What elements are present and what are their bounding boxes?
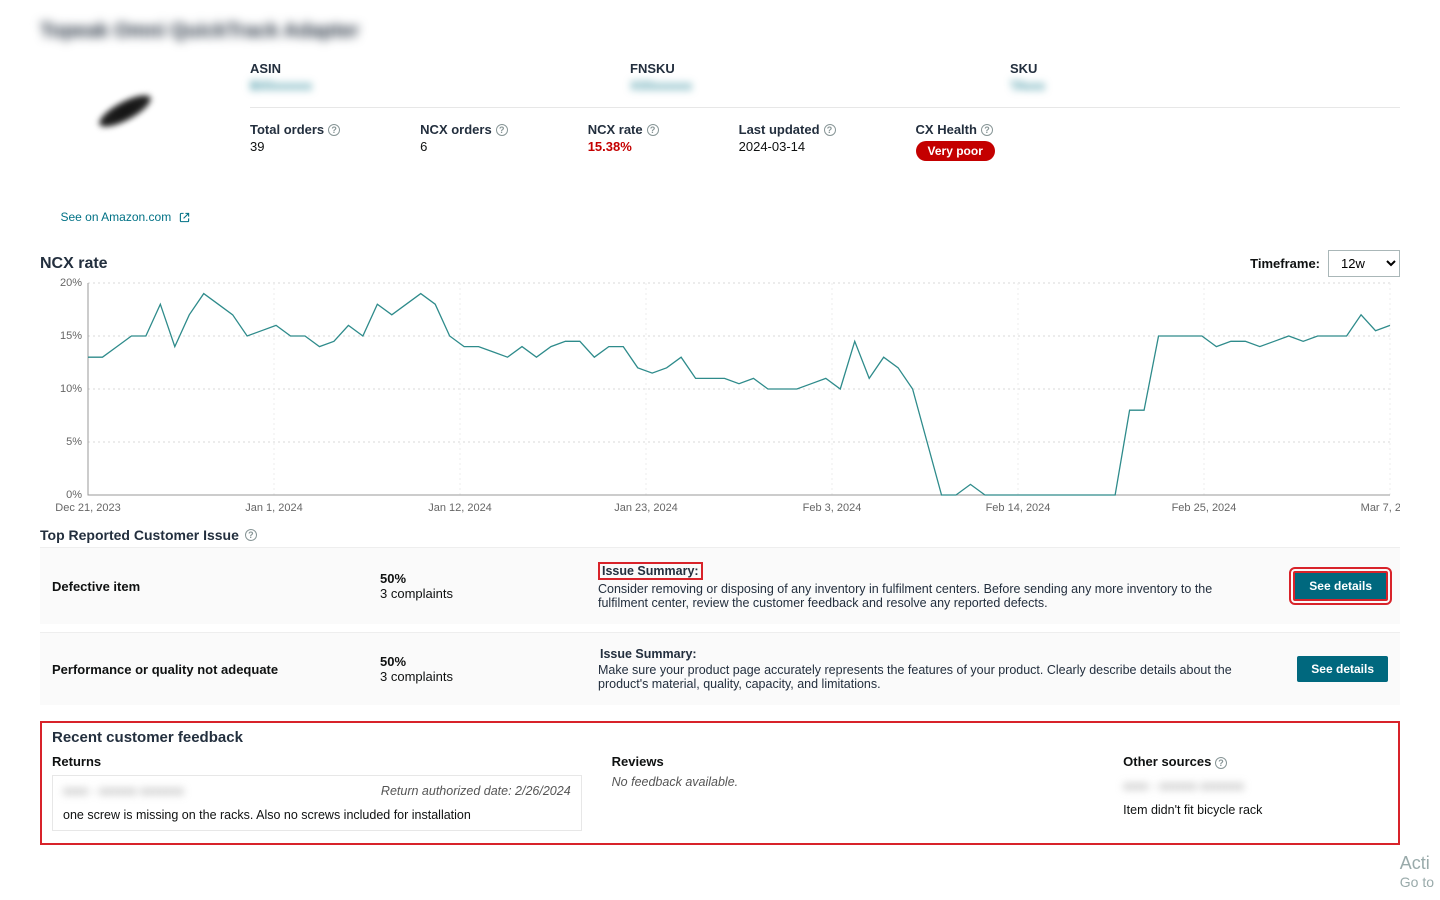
issue-complaints: 3 complaints <box>380 586 580 601</box>
ncx-orders-label: NCX orders <box>420 122 492 137</box>
ncx-rate-value: 15.38% <box>588 139 659 154</box>
fnsku-value[interactable]: X00xxxxxx <box>630 78 910 93</box>
other-feedback-card[interactable]: xxxx - xxxxxx xxxxxxx Item didn't fit bi… <box>1123 775 1388 821</box>
sku-label: SKU <box>1010 61 1210 76</box>
timeframe-label: Timeframe: <box>1250 256 1320 271</box>
recent-feedback-panel: Recent customer feedback Returns xxxx - … <box>40 721 1400 845</box>
issue-summary-text: Consider removing or disposing of any in… <box>598 582 1212 610</box>
other-sources-column-header: Other sources <box>1123 754 1211 769</box>
see-details-button[interactable]: See details <box>1293 571 1388 601</box>
see-on-amazon-text: See on Amazon.com <box>60 210 171 224</box>
issue-name: Defective item <box>52 579 362 594</box>
see-details-button[interactable]: See details <box>1297 656 1388 682</box>
return-date: Return authorized date: 2/26/2024 <box>381 784 571 798</box>
issue-row: Performance or quality not adequate 50%3 … <box>40 632 1400 705</box>
help-icon[interactable]: ? <box>496 124 508 136</box>
issue-pct: 50% <box>380 654 580 669</box>
timeframe-select[interactable]: 12w <box>1328 250 1400 277</box>
product-header: See on Amazon.com ASIN B00xxxxxx FNSKU X… <box>40 61 1400 224</box>
reviews-column-header: Reviews <box>612 752 1094 775</box>
other-card-id: xxxx - xxxxxx xxxxxxx <box>1123 779 1388 793</box>
help-icon[interactable]: ? <box>328 124 340 136</box>
issue-summary-text: Make sure your product page accurately r… <box>598 663 1232 691</box>
last-updated-value: 2024-03-14 <box>739 139 836 154</box>
page-title: Topeak Omni QuickTrack Adapter <box>40 20 1400 43</box>
cx-health-label: CX Health <box>916 122 977 137</box>
issue-complaints: 3 complaints <box>380 669 580 684</box>
return-card-id: xxxx - xxxxxx xxxxxxx <box>63 784 184 798</box>
return-feedback-text: one screw is missing on the racks. Also … <box>63 808 571 822</box>
windows-activation-watermark: Acti Go to <box>1400 853 1434 890</box>
asin-label: ASIN <box>250 61 530 76</box>
chart-title: NCX rate <box>40 255 108 273</box>
issue-summary-header: Issue Summary: <box>598 647 699 661</box>
help-icon[interactable]: ? <box>245 529 257 541</box>
reviews-empty-state: No feedback available. <box>612 775 1094 789</box>
last-updated-label: Last updated <box>739 122 820 137</box>
help-icon[interactable]: ? <box>647 124 659 136</box>
return-feedback-card[interactable]: xxxx - xxxxxx xxxxxxx Return authorized … <box>52 775 582 831</box>
issue-name: Performance or quality not adequate <box>52 662 362 677</box>
issue-pct: 50% <box>380 571 580 586</box>
issues-section-title: Top Reported Customer Issue <box>40 527 239 543</box>
total-orders-label: Total orders <box>250 122 324 137</box>
help-icon[interactable]: ? <box>1215 757 1227 769</box>
other-feedback-text: Item didn't fit bicycle rack <box>1123 803 1388 817</box>
total-orders-value: 39 <box>250 139 340 154</box>
see-on-amazon-link[interactable]: See on Amazon.com <box>60 210 189 224</box>
feedback-title: Recent customer feedback <box>52 729 1388 746</box>
ncx-rate-chart <box>40 277 1400 517</box>
cx-health-badge: Very poor <box>916 141 995 161</box>
fnsku-label: FNSKU <box>630 61 910 76</box>
help-icon[interactable]: ? <box>824 124 836 136</box>
ncx-orders-value: 6 <box>420 139 508 154</box>
returns-column-header: Returns <box>52 752 582 775</box>
help-icon[interactable]: ? <box>981 124 993 136</box>
issue-row: Defective item 50%3 complaints Issue Summa… <box>40 547 1400 624</box>
sku-value[interactable]: TAxxx <box>1010 78 1210 93</box>
ncx-rate-chart-section: NCX rate Timeframe: 12w <box>40 250 1400 517</box>
product-thumbnail <box>58 50 193 172</box>
ncx-rate-label: NCX rate <box>588 122 643 137</box>
asin-value[interactable]: B00xxxxxx <box>250 78 530 93</box>
issue-summary-header: Issue Summary: <box>598 562 703 580</box>
external-link-icon <box>179 212 190 223</box>
